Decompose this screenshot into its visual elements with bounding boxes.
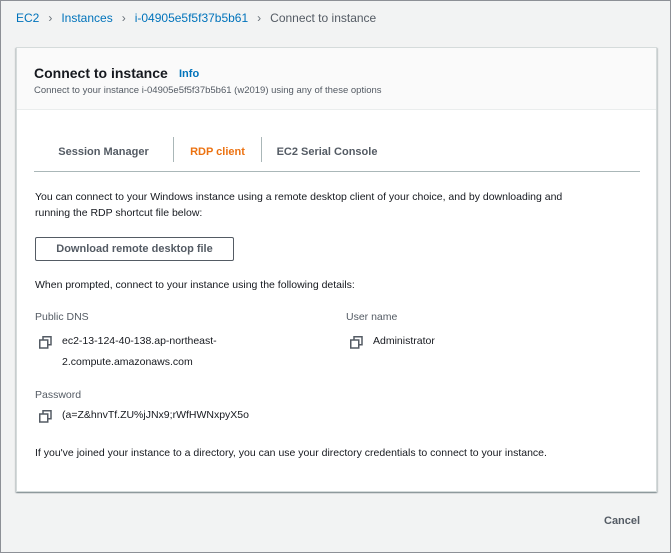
- copy-icon[interactable]: [39, 410, 52, 423]
- public-dns-value-line1: ec2-13-124-40-138.ap-northeast-: [62, 335, 217, 347]
- tab-bar: Session Manager RDP client EC2 Serial Co…: [34, 132, 640, 172]
- directory-note: If you've joined your instance to a dire…: [35, 447, 547, 459]
- breadcrumb-ec2[interactable]: EC2: [16, 11, 39, 25]
- copy-icon[interactable]: [350, 336, 363, 349]
- copy-icon[interactable]: [39, 336, 52, 349]
- public-dns-value-line2: 2.compute.amazonaws.com: [62, 356, 193, 368]
- username-row: Administrator: [350, 335, 435, 349]
- prompt-text: When prompted, connect to your instance …: [35, 279, 355, 291]
- card-header: Connect to instance Info Connect to your…: [17, 48, 656, 110]
- tab-ec2-serial-console[interactable]: EC2 Serial Console: [262, 132, 392, 172]
- breadcrumb-current: Connect to instance: [270, 11, 377, 25]
- tab-session-manager[interactable]: Session Manager: [34, 132, 173, 172]
- chevron-right-icon: ›: [257, 11, 262, 25]
- tab-rdp-client[interactable]: RDP client: [174, 132, 261, 172]
- chevron-right-icon: ›: [121, 11, 126, 25]
- download-rdp-file-button[interactable]: Download remote desktop file: [35, 237, 234, 261]
- password-row: (a=Z&hnvTf.ZU%jJNx9;rWfHWNxpyX5o: [39, 409, 249, 423]
- info-link[interactable]: Info: [179, 68, 199, 80]
- password-value: (a=Z&hnvTf.ZU%jJNx9;rWfHWNxpyX5o: [62, 409, 249, 421]
- page-description: Connect to your instance i-04905e5f5f37b…: [34, 85, 382, 96]
- public-dns-row: ec2-13-124-40-138.ap-northeast- 2.comput…: [39, 335, 217, 373]
- chevron-right-icon: ›: [48, 11, 53, 25]
- username-value: Administrator: [373, 335, 435, 347]
- public-dns-label: Public DNS: [35, 311, 89, 323]
- intro-text-line2: running the RDP shortcut file below:: [35, 207, 203, 219]
- breadcrumb-instance-id[interactable]: i-04905e5f5f37b5b61: [135, 11, 248, 25]
- username-label: User name: [346, 311, 398, 323]
- intro-text-line1: You can connect to your Windows instance…: [35, 191, 563, 203]
- breadcrumb-instances[interactable]: Instances: [61, 11, 112, 25]
- public-dns-value: ec2-13-124-40-138.ap-northeast- 2.comput…: [62, 331, 217, 373]
- connect-card: Connect to instance Info Connect to your…: [16, 47, 657, 492]
- page-title: Connect to instance: [34, 65, 168, 81]
- cancel-button[interactable]: Cancel: [604, 515, 640, 527]
- password-label: Password: [35, 389, 82, 401]
- breadcrumb: EC2 › Instances › i-04905e5f5f37b5b61 › …: [16, 10, 376, 26]
